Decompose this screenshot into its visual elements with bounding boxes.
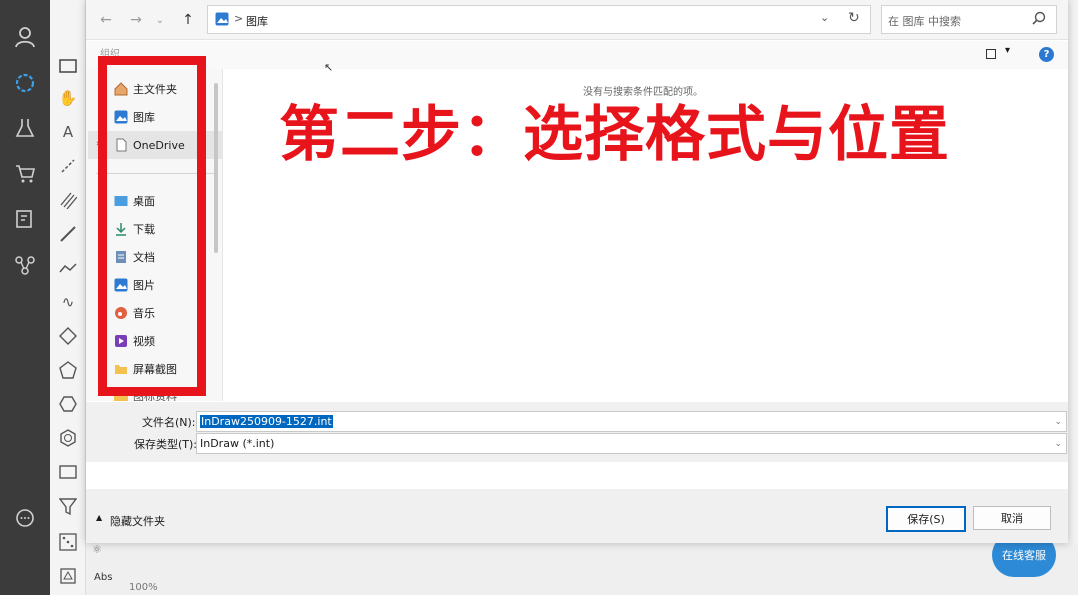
save-dialog: ← → ⌄ ↑ > 图库 ⌄ ↻ 在 图库 中搜索 组织 ▾ ? 主文件夹 图库… [86, 0, 1068, 543]
search-box[interactable]: 在 图库 中搜索 [881, 5, 1057, 34]
filetype-dropdown-icon[interactable]: ⌄ [1054, 439, 1062, 449]
multi-bond-icon[interactable] [56, 188, 80, 212]
user-icon[interactable] [12, 24, 38, 50]
molecule-bond-icon: ⚛ [92, 543, 102, 556]
support-label: 在线客服 [1002, 549, 1046, 562]
search-icon[interactable] [1032, 11, 1046, 28]
collapse-chevron-icon[interactable]: ▲ [96, 513, 102, 522]
hide-folders-toggle[interactable]: 隐藏文件夹 [110, 513, 165, 529]
filename-dropdown-icon[interactable]: ⌄ [1054, 417, 1062, 427]
dice-icon[interactable] [56, 530, 80, 554]
text-tool-icon[interactable]: A [56, 120, 80, 144]
rectangle-icon[interactable] [56, 460, 80, 484]
pentagon-icon[interactable] [56, 358, 80, 382]
cart-icon[interactable] [12, 160, 38, 186]
forward-arrow-icon[interactable]: → [126, 10, 146, 30]
address-dropdown-icon[interactable]: ⌄ [820, 11, 829, 24]
annotation-highlight-box [98, 56, 206, 396]
refresh-icon[interactable]: ↻ [848, 10, 860, 26]
filename-section: 文件名(N): InDraw250909-1527.int ⌄ 保存类型(T):… [86, 402, 1068, 462]
back-arrow-icon[interactable]: ← [96, 10, 116, 30]
breadcrumb-gallery[interactable]: 图库 [246, 13, 268, 29]
diamond-icon[interactable] [56, 324, 80, 348]
command-bar: 组织 ▾ ? [86, 41, 1068, 69]
search-input[interactable]: 在 图库 中搜索 [888, 13, 961, 29]
single-bond-icon[interactable] [56, 222, 80, 246]
template-icon[interactable] [56, 564, 80, 588]
filename-label: 文件名(N): [142, 416, 196, 429]
help-icon[interactable]: ? [1039, 47, 1054, 62]
address-bar[interactable]: > 图库 ⌄ ↻ [207, 5, 871, 34]
hand-icon[interactable]: ✋ [56, 86, 80, 110]
save-button[interactable]: 保存(S) [886, 506, 966, 532]
zoom-level: 100% [129, 582, 158, 593]
curve-icon[interactable]: ∿ [56, 290, 80, 314]
chain-icon[interactable] [56, 256, 80, 280]
select-rect-icon[interactable] [56, 54, 80, 78]
mouse-cursor-icon: ↖ [324, 61, 334, 74]
filename-field[interactable]: InDraw250909-1527.int ⌄ [196, 411, 1067, 432]
gallery-icon [215, 12, 229, 26]
navigation-bar: ← → ⌄ ↑ > 图库 ⌄ ↻ 在 图库 中搜索 [86, 0, 1068, 40]
chat-icon[interactable] [12, 506, 38, 532]
up-arrow-icon[interactable]: ↑ [178, 10, 198, 30]
canvas-status-strip: ⚛ Abs 100% 在线客服 [86, 533, 1078, 595]
molecule-icon[interactable] [12, 70, 38, 96]
annotation-headline: 第二步：选择格式与位置 [279, 100, 950, 170]
filetype-select[interactable]: InDraw (*.int) ⌄ [196, 433, 1067, 454]
view-toggle-icon[interactable] [986, 49, 996, 59]
abs-label: Abs [94, 572, 113, 583]
app-sidebar [0, 0, 50, 595]
recent-chevron-icon[interactable]: ⌄ [150, 10, 170, 30]
cancel-button[interactable]: 取消 [973, 506, 1051, 530]
flask-icon[interactable] [12, 115, 38, 141]
hexagon-icon[interactable] [56, 392, 80, 416]
filename-input[interactable]: InDraw250909-1527.int [200, 415, 333, 428]
filetype-label: 保存类型(T): [134, 438, 198, 451]
breadcrumb-separator: > [234, 12, 244, 25]
dialog-footer: ▲ 隐藏文件夹 保存(S) 取消 [86, 489, 1068, 543]
view-dropdown-icon[interactable]: ▾ [1005, 45, 1010, 56]
tool-palette: ✋ A ∿ [50, 0, 86, 595]
network-icon[interactable] [12, 252, 38, 278]
line-dash-icon[interactable] [56, 154, 80, 178]
edit-note-icon[interactable] [12, 206, 38, 232]
benzene-icon[interactable] [56, 426, 80, 450]
filetype-value: InDraw (*.int) [200, 437, 275, 450]
funnel-icon[interactable] [56, 494, 80, 518]
nav-scrollbar[interactable] [214, 83, 218, 253]
